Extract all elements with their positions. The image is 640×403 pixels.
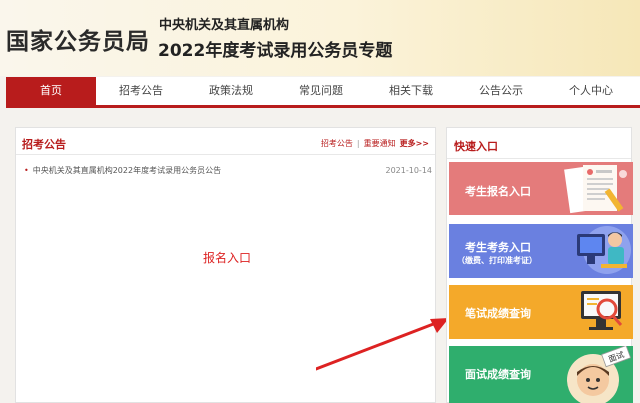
site-header: 国家公务员局 中央机关及其直属机构 2022年度考试录用公务员专题 (0, 0, 640, 76)
registration-form-icon (564, 164, 627, 214)
interviewer-avatar-icon: 面试 (567, 346, 632, 403)
written-exam-score-button[interactable]: 笔试成绩查询 (449, 285, 633, 339)
card-sublabel: （缴费、打印准考证） (457, 256, 537, 265)
card-label: 考生考务入口 (465, 241, 531, 254)
notice-panel-header: 招考公告 招考公告 | 重要通知 更多>> (16, 128, 435, 155)
search-icon (581, 291, 623, 330)
nav-downloads[interactable]: 相关下载 (366, 77, 456, 105)
quick-entry-title: 快速入口 (454, 140, 498, 153)
nav-announcements[interactable]: 招考公告 (96, 77, 186, 105)
quick-entry-panel: 快速入口 考生报名入口 考生考务入口 （缴费、打印准考证） 笔试成绩查询 面试成… (446, 127, 633, 403)
candidate-registration-button[interactable]: 考生报名入口 (449, 162, 633, 215)
list-item[interactable]: • 中央机关及其直属机构2022年度考试录用公务员公告 2021-10-14 (24, 165, 432, 176)
interview-score-button[interactable]: 面试成绩查询 面试 (449, 346, 633, 403)
computer-user-icon (577, 226, 631, 274)
main-nav: 首页 招考公告 政策法规 常见问题 相关下载 公告公示 个人中心 (6, 77, 640, 108)
nav-public-notices[interactable]: 公告公示 (456, 77, 546, 105)
topic-title: 2022年度考试录用公务员专题 (158, 41, 393, 61)
nav-personal-center[interactable]: 个人中心 (546, 77, 636, 105)
card-label: 笔试成绩查询 (465, 307, 531, 320)
org-name: 中央机关及其直属机构 (159, 18, 290, 33)
link-separator: | (356, 139, 360, 148)
nav-policies[interactable]: 政策法规 (186, 77, 276, 105)
arrow-icon (316, 318, 449, 371)
bullet-icon: • (24, 166, 29, 175)
site-logo-text[interactable]: 国家公务员局 (6, 22, 150, 56)
quick-entry-header: 快速入口 (447, 128, 631, 159)
card-label: 考生报名入口 (465, 185, 531, 198)
notice-title[interactable]: 中央机关及其直属机构2022年度考试录用公务员公告 (33, 165, 386, 176)
link-important-notices[interactable]: 重要通知 (364, 138, 396, 149)
nav-faq[interactable]: 常见问题 (276, 77, 366, 105)
notice-panel: 招考公告 招考公告 | 重要通知 更多>> • 中央机关及其直属机构2022年度… (15, 127, 449, 403)
notice-panel-links: 招考公告 | 重要通知 更多>> (321, 138, 429, 149)
candidate-exam-affairs-button[interactable]: 考生考务入口 （缴费、打印准考证） (449, 224, 633, 278)
link-more[interactable]: 更多>> (400, 138, 429, 149)
notice-panel-title: 招考公告 (22, 138, 66, 151)
card-label: 面试成绩查询 (465, 368, 531, 381)
register-callout-label: 报名入口 (203, 251, 252, 265)
notice-date: 2021-10-14 (385, 166, 433, 175)
link-announcements[interactable]: 招考公告 (321, 138, 353, 149)
nav-home[interactable]: 首页 (6, 77, 96, 105)
